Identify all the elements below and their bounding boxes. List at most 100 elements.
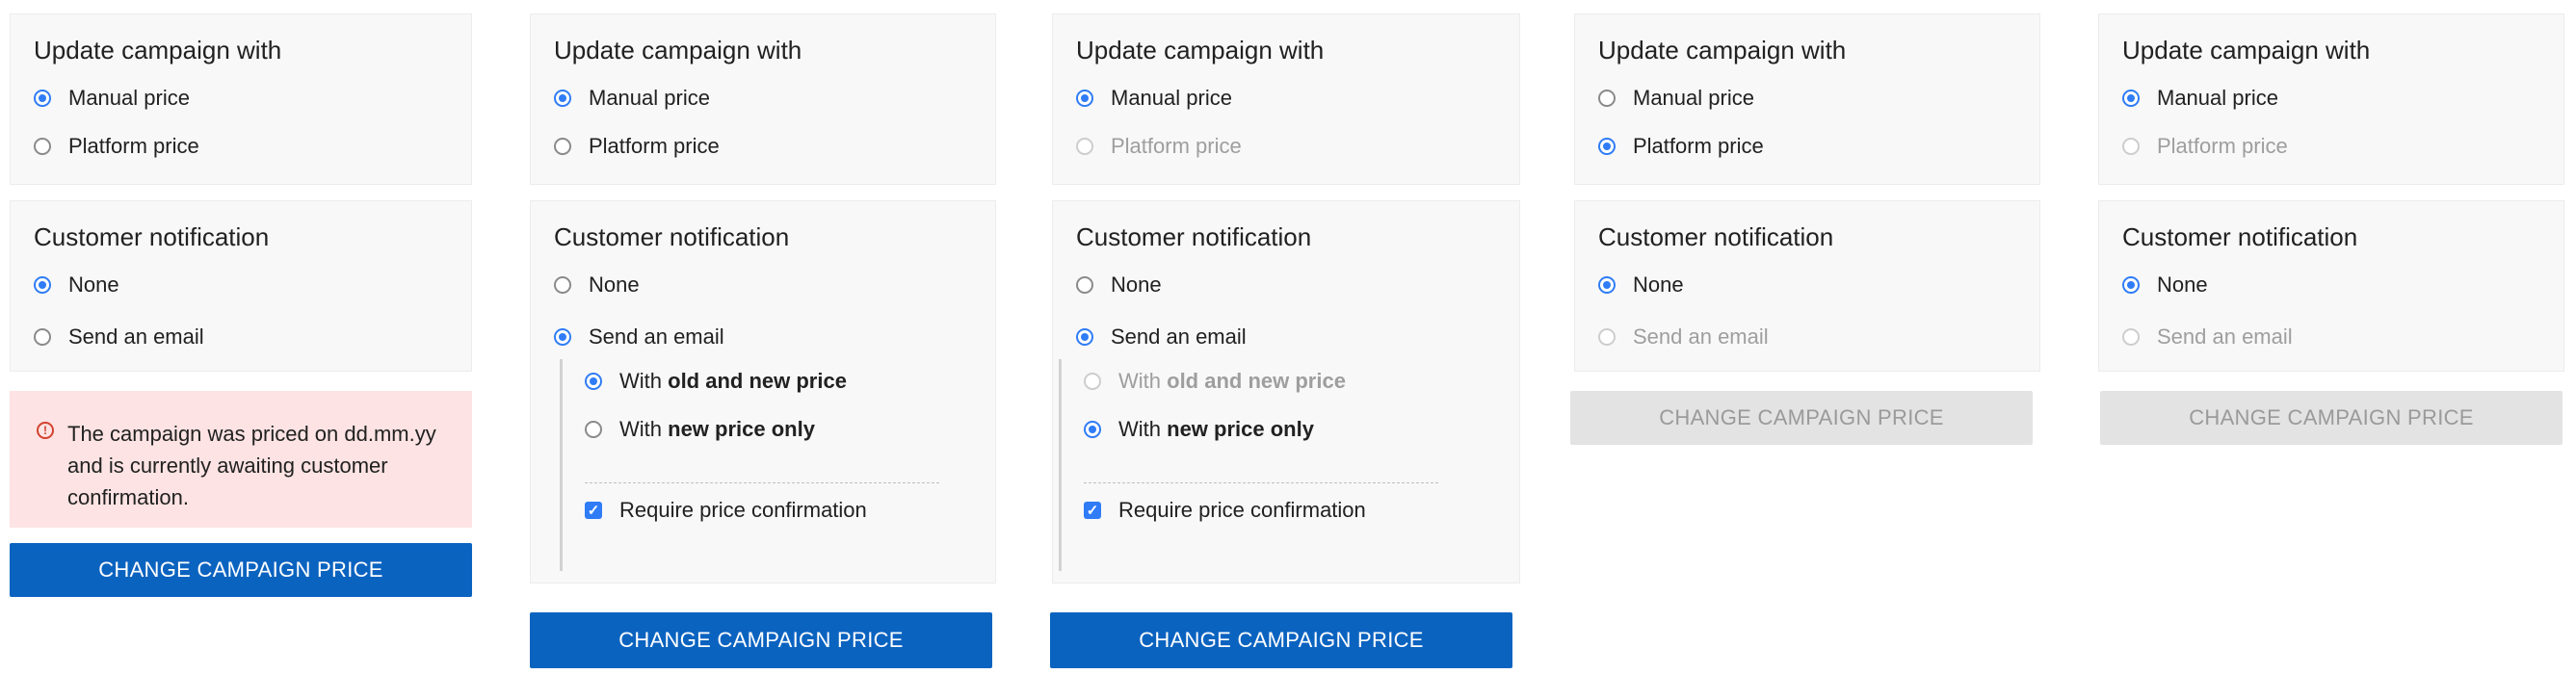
radio-unchecked-icon	[554, 276, 571, 294]
radio-checked-icon	[2122, 276, 2140, 294]
radio-checked-icon	[1598, 138, 1616, 155]
old-and-new-label: With old and new price	[619, 369, 847, 393]
customer-notification-section: Customer notification None Send an email	[10, 200, 472, 372]
platform-price-radio[interactable]: Platform price	[554, 134, 720, 159]
email-new-only-radio[interactable]: With new price only	[1084, 417, 1314, 442]
customer-notification-title: Customer notification	[1076, 222, 1312, 251]
radio-checked-icon	[1084, 421, 1101, 438]
radio-checked-icon	[1598, 276, 1616, 294]
none-label: None	[68, 272, 119, 297]
send-email-label: Send an email	[2157, 324, 2293, 349]
platform-price-radio[interactable]: Platform price	[1598, 134, 1764, 159]
platform-price-radio[interactable]: Platform price	[34, 134, 199, 159]
update-campaign-title: Update campaign with	[554, 36, 802, 65]
new-only-label: With new price only	[1118, 417, 1314, 441]
send-email-label: Send an email	[1111, 324, 1247, 349]
campaign-panel-4: Update campaign with Manual price Platfo…	[1570, 13, 2040, 447]
require-confirmation-checkbox[interactable]: ✓ Require price confirmation	[585, 498, 867, 523]
radio-unchecked-icon	[554, 138, 571, 155]
radio-unchecked-icon	[34, 138, 51, 155]
platform-price-label: Platform price	[589, 134, 720, 158]
campaign-panel-3: Update campaign with Manual price Platfo…	[1050, 13, 1520, 668]
email-new-only-radio[interactable]: With new price only	[585, 417, 815, 442]
update-campaign-title: Update campaign with	[2122, 36, 2371, 65]
update-campaign-section: Update campaign with Manual price Platfo…	[530, 13, 996, 185]
require-confirmation-label: Require price confirmation	[1118, 498, 1366, 522]
manual-price-label: Manual price	[589, 86, 710, 110]
customer-notification-section: Customer notification None Send an email…	[530, 200, 996, 583]
radio-disabled-icon	[1084, 373, 1101, 390]
none-label: None	[1111, 272, 1162, 297]
send-email-label: Send an email	[589, 324, 724, 349]
notification-none-radio[interactable]: None	[2122, 272, 2208, 298]
notification-send-email-radio[interactable]: Send an email	[34, 324, 204, 350]
notification-none-radio[interactable]: None	[554, 272, 640, 298]
customer-notification-title: Customer notification	[2122, 222, 2358, 251]
radio-checked-icon	[554, 90, 571, 107]
radio-disabled-icon	[1598, 328, 1616, 346]
notification-none-radio[interactable]: None	[1598, 272, 1684, 298]
notification-send-email-radio[interactable]: Send an email	[554, 324, 724, 350]
checkmark-icon: ✓	[1084, 502, 1101, 519]
radio-checked-icon	[554, 328, 571, 346]
update-campaign-section: Update campaign with Manual price Platfo…	[10, 13, 472, 185]
manual-price-radio[interactable]: Manual price	[1598, 86, 1754, 111]
update-campaign-title: Update campaign with	[34, 36, 282, 65]
send-email-label: Send an email	[1633, 324, 1769, 349]
alert-message: The campaign was priced on dd.mm.yy and …	[67, 422, 436, 509]
customer-notification-title: Customer notification	[34, 222, 270, 251]
radio-disabled-icon	[2122, 138, 2140, 155]
alert-exclamation-icon: !	[37, 422, 54, 439]
customer-notification-section: Customer notification None Send an email	[2098, 200, 2564, 372]
notification-send-email-radio: Send an email	[2122, 324, 2293, 350]
manual-price-label: Manual price	[68, 86, 190, 110]
divider	[585, 482, 939, 483]
notification-none-radio[interactable]: None	[34, 272, 119, 298]
update-campaign-section: Update campaign with Manual price Platfo…	[2098, 13, 2564, 185]
campaign-panel-2: Update campaign with Manual price Platfo…	[530, 13, 996, 668]
manual-price-radio[interactable]: Manual price	[2122, 86, 2278, 111]
manual-price-label: Manual price	[1633, 86, 1754, 110]
change-campaign-price-button: CHANGE CAMPAIGN PRICE	[1570, 391, 2033, 445]
divider	[1084, 482, 1438, 483]
require-confirmation-label: Require price confirmation	[619, 498, 867, 522]
radio-checked-icon	[2122, 90, 2140, 107]
none-label: None	[1633, 272, 1684, 297]
manual-price-label: Manual price	[1111, 86, 1232, 110]
radio-unchecked-icon	[34, 328, 51, 346]
change-campaign-price-button[interactable]: CHANGE CAMPAIGN PRICE	[1050, 612, 1512, 668]
customer-notification-section: Customer notification None Send an email…	[1052, 200, 1520, 583]
platform-price-radio: Platform price	[2122, 134, 2288, 159]
update-campaign-title: Update campaign with	[1598, 36, 1847, 65]
radio-checked-icon	[1076, 328, 1093, 346]
platform-price-label: Platform price	[1633, 134, 1764, 158]
radio-checked-icon	[585, 373, 602, 390]
email-options-indent-line	[560, 359, 563, 571]
update-campaign-title: Update campaign with	[1076, 36, 1325, 65]
notification-send-email-radio: Send an email	[1598, 324, 1769, 350]
radio-checked-icon	[34, 90, 51, 107]
manual-price-radio[interactable]: Manual price	[1076, 86, 1232, 111]
platform-price-label: Platform price	[1111, 134, 1242, 158]
awaiting-confirmation-alert: ! The campaign was priced on dd.mm.yy an…	[10, 391, 472, 528]
update-campaign-section: Update campaign with Manual price Platfo…	[1052, 13, 1520, 185]
change-campaign-price-button: CHANGE CAMPAIGN PRICE	[2100, 391, 2563, 445]
manual-price-label: Manual price	[2157, 86, 2278, 110]
customer-notification-title: Customer notification	[554, 222, 790, 251]
notification-none-radio[interactable]: None	[1076, 272, 1162, 298]
require-confirmation-checkbox[interactable]: ✓ Require price confirmation	[1084, 498, 1366, 523]
change-campaign-price-button[interactable]: CHANGE CAMPAIGN PRICE	[530, 612, 992, 668]
notification-send-email-radio[interactable]: Send an email	[1076, 324, 1247, 350]
manual-price-radio[interactable]: Manual price	[554, 86, 710, 111]
none-label: None	[589, 272, 640, 297]
email-old-and-new-radio[interactable]: With old and new price	[585, 369, 847, 394]
checkmark-icon: ✓	[585, 502, 602, 519]
manual-price-radio[interactable]: Manual price	[34, 86, 190, 111]
email-options-indent-line	[1059, 359, 1062, 571]
radio-checked-icon	[1076, 90, 1093, 107]
radio-unchecked-icon	[585, 421, 602, 438]
customer-notification-title: Customer notification	[1598, 222, 1834, 251]
platform-price-label: Platform price	[2157, 134, 2288, 158]
change-campaign-price-button[interactable]: CHANGE CAMPAIGN PRICE	[10, 543, 472, 597]
radio-disabled-icon	[1076, 138, 1093, 155]
